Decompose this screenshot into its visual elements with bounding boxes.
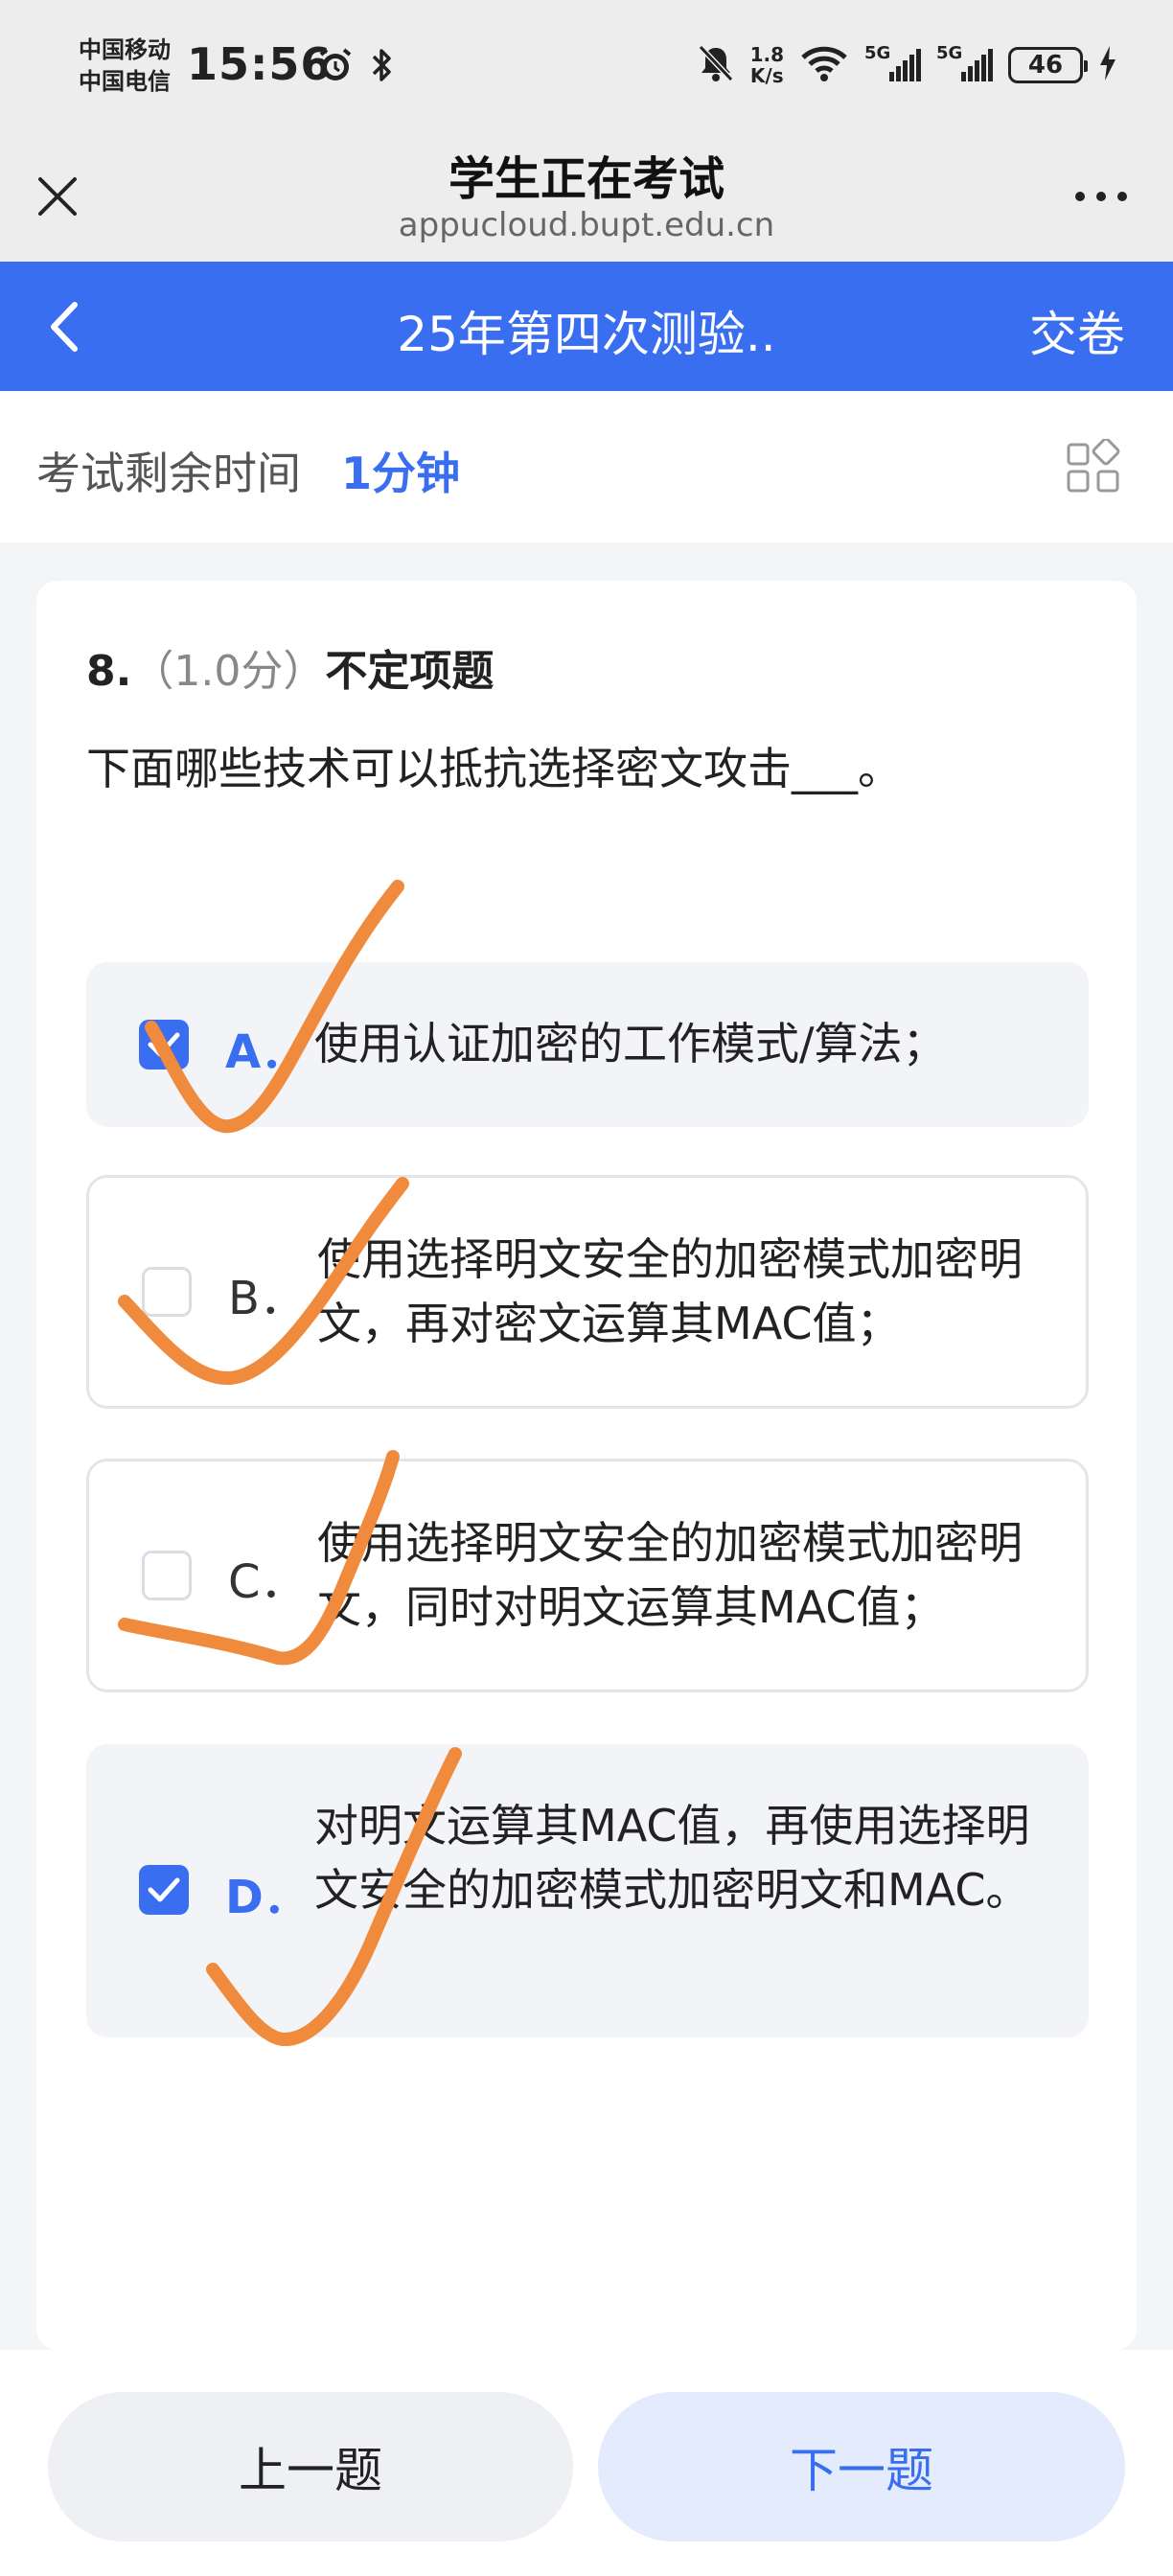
question-grid-button[interactable] <box>1066 437 1123 496</box>
mute-icon <box>697 43 735 87</box>
bottom-nav: 上一题 下一题 <box>0 2350 1173 2576</box>
question-card: 8.（1.0分）不定项题 下面哪些技术可以抵抗选择密文攻击___。 A． 使用认… <box>36 581 1137 2350</box>
more-button[interactable] <box>1068 177 1135 216</box>
option-d-letter: D． <box>225 1871 310 1924</box>
more-dot-icon <box>1096 192 1106 201</box>
timer-row: 考试剩余时间 1分钟 <box>0 391 1173 542</box>
timer-label: 考试剩余时间 <box>36 448 301 499</box>
carrier-1: 中国移动 <box>79 36 171 63</box>
option-c-text: 使用选择明文安全的加密模式加密明文，同时对明文运算其MAC值； <box>317 1517 1023 1633</box>
option-a-text: 使用认证加密的工作模式/算法； <box>314 1018 947 1070</box>
prev-question-button[interactable]: 上一题 <box>48 2392 573 2542</box>
option-b-text: 使用选择明文安全的加密模式加密明文，再对密文运算其MAC值； <box>317 1233 1023 1349</box>
signal-1-icon: 5G <box>864 43 921 81</box>
option-d[interactable]: D． 对明文运算其MAC值，再使用选择明文安全的加密模式加密明文和MAC。 <box>86 1744 1089 2037</box>
option-c[interactable]: C． 使用选择明文安全的加密模式加密明文，同时对明文运算其MAC值； <box>86 1459 1089 1692</box>
question-type: 不定项题 <box>325 647 494 696</box>
battery-level: 46 <box>1027 51 1064 80</box>
grid-icon <box>1067 437 1120 493</box>
next-question-button[interactable]: 下一题 <box>598 2392 1125 2542</box>
question-header: 8.（1.0分）不定项题 <box>86 636 494 698</box>
timer-value: 1分钟 <box>341 448 461 499</box>
exam-title: 25年第四次测验.. <box>397 307 776 362</box>
browser-title: 学生正在考试 <box>448 152 724 206</box>
option-a-letter: A． <box>225 1025 308 1079</box>
status-left-icons <box>316 46 397 88</box>
option-a[interactable]: A． 使用认证加密的工作模式/算法； <box>86 962 1089 1127</box>
alarm-icon <box>316 46 355 88</box>
option-b[interactable]: B． 使用选择明文安全的加密模式加密明文，再对密文运算其MAC值； <box>86 1175 1089 1409</box>
carrier-names: 中国移动 中国电信 <box>79 34 171 98</box>
check-icon <box>148 1032 180 1057</box>
net-speed: 1.8 K/s <box>749 43 784 87</box>
check-icon <box>148 1877 180 1902</box>
bluetooth-icon <box>368 46 397 88</box>
question-text: 下面哪些技术可以抵抗选择密文攻击___。 <box>86 743 902 794</box>
charging-icon <box>1098 44 1117 86</box>
status-time: 15:56 <box>187 38 333 90</box>
question-number: 8. <box>86 647 132 696</box>
option-d-checkbox[interactable] <box>139 1865 189 1915</box>
option-b-checkbox[interactable] <box>142 1267 192 1317</box>
submit-button[interactable]: 交卷 <box>1029 296 1125 365</box>
browser-title-bar: 学生正在考试 appucloud.bupt.edu.cn <box>0 129 1173 262</box>
option-c-letter: C． <box>228 1555 307 1609</box>
option-c-checkbox[interactable] <box>142 1551 192 1600</box>
signal-2-icon: 5G <box>936 43 993 81</box>
option-a-checkbox[interactable] <box>139 1020 189 1070</box>
status-bar: 中国移动 中国电信 15:56 1.8 K/s 5G 5G 46 <box>0 0 1173 129</box>
option-b-letter: B． <box>228 1272 306 1325</box>
wifi-icon <box>799 44 849 86</box>
browser-url: appucloud.bupt.edu.cn <box>398 206 775 244</box>
more-dot-icon <box>1117 192 1127 201</box>
battery-icon: 46 <box>1008 47 1088 83</box>
question-score: （1.0分） <box>131 647 326 696</box>
status-right-icons: 1.8 K/s 5G 5G 46 <box>697 38 1117 92</box>
carrier-2: 中国电信 <box>79 68 171 95</box>
more-dot-icon <box>1075 192 1085 201</box>
option-d-text: 对明文运算其MAC值，再使用选择明文安全的加密模式加密明文和MAC。 <box>314 1800 1030 1916</box>
exam-header: 25年第四次测验.. 交卷 <box>0 262 1173 391</box>
